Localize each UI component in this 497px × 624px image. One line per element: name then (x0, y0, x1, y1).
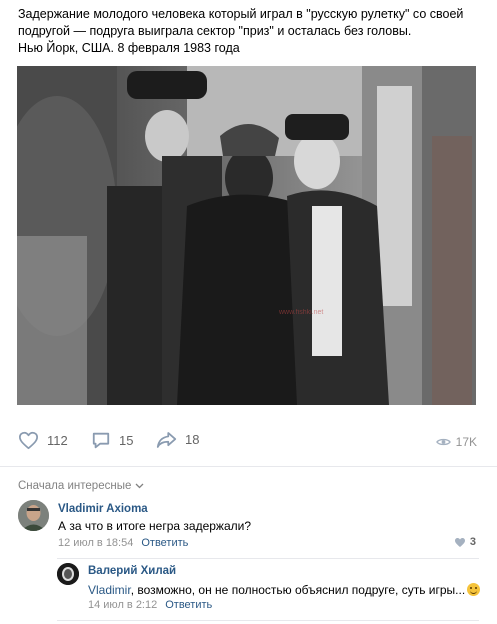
divider (57, 558, 479, 559)
comment-like-button[interactable]: 3 (454, 536, 476, 548)
comment-date[interactable]: 14 июл в 2:12 (88, 599, 157, 611)
divider (57, 620, 479, 621)
chevron-down-icon (135, 483, 144, 489)
share-icon (156, 432, 177, 448)
comment-text: Vladimir, возможно, он не полностью объя… (88, 583, 481, 597)
heart-icon (19, 431, 39, 450)
shares-count: 18 (185, 432, 200, 447)
post-photo[interactable]: www.fishki.net (17, 66, 476, 405)
post-actions: 112 15 18 17K (0, 422, 497, 462)
reply-button[interactable]: Ответить (141, 537, 188, 549)
post-text-line-1: Задержание молодого человека который игр… (18, 7, 464, 21)
comments-sort-dropdown[interactable]: Сначала интересные (18, 480, 144, 492)
sort-label: Сначала интересные (18, 480, 132, 492)
avatar[interactable] (18, 500, 49, 531)
share-button[interactable]: 18 (156, 431, 199, 448)
comment-meta: 12 июл в 18:54 Ответить (58, 537, 188, 549)
laughing-emoji-icon (467, 583, 481, 596)
comment-button[interactable]: 15 (91, 431, 133, 450)
views-counter: 17K (435, 435, 477, 449)
comment-text-body: , возможно, он не полностью объяснил под… (130, 583, 466, 597)
comment-author[interactable]: Vladimir Axioma (58, 503, 148, 515)
avatar[interactable] (57, 563, 79, 585)
likes-count: 112 (47, 433, 68, 448)
post-text: Задержание молодого человека который игр… (18, 6, 483, 57)
reply-button[interactable]: Ответить (165, 599, 212, 611)
comment-icon (92, 432, 110, 449)
heart-icon (454, 537, 465, 547)
views-count: 17K (455, 435, 477, 449)
comment-author[interactable]: Валерий Хилай (88, 565, 176, 577)
comment-date[interactable]: 12 июл в 18:54 (58, 537, 133, 549)
like-button[interactable]: 112 (18, 431, 68, 450)
comment-text: А за что в итоге негра задержали? (58, 519, 252, 533)
divider (0, 466, 497, 467)
comment-meta: 14 июл в 2:12 Ответить (88, 599, 212, 611)
post-text-line-3: Нью Йорк, США. 8 февраля 1983 года (18, 41, 240, 55)
mention-link[interactable]: Vladimir (88, 583, 131, 597)
photo-watermark: www.fishki.net (278, 309, 323, 316)
comment: Vladimir Axioma А за что в итоге негра з… (18, 500, 479, 552)
comments-count: 15 (119, 433, 134, 448)
eye-icon (435, 438, 451, 446)
post-text-line-2: подругой — подруга выиграла сектор "приз… (18, 24, 412, 38)
comment-reply: Валерий Хилай Vladimir, возможно, он не … (57, 562, 481, 614)
comment-likes-count: 3 (469, 536, 476, 548)
